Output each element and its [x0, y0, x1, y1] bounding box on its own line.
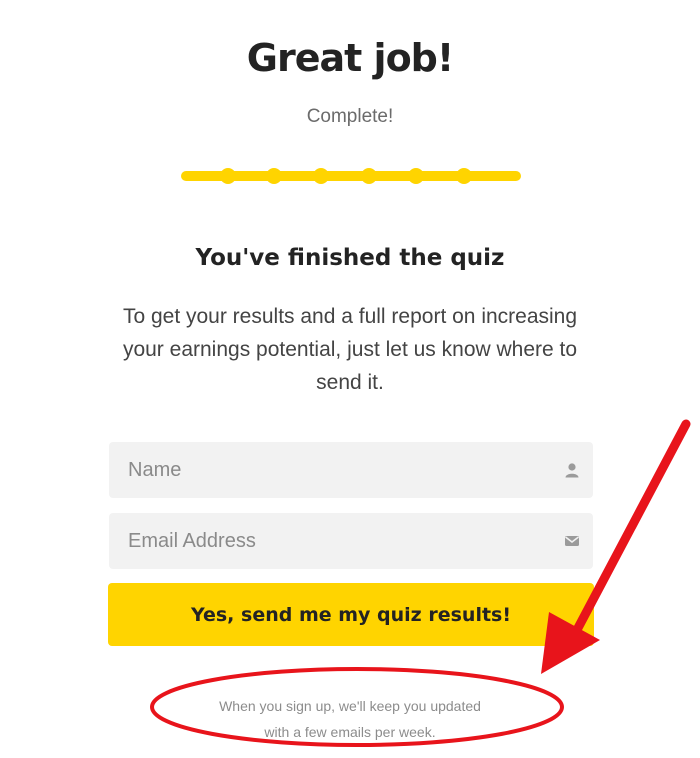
red-arrow-shaft — [573, 419, 691, 633]
email-field — [109, 513, 593, 569]
disclaimer-line: with a few emails per week. — [264, 724, 436, 740]
user-icon — [565, 463, 579, 478]
progress-step-dot — [220, 168, 236, 184]
page-title: Great job! — [246, 36, 454, 80]
description-text: To get your results and a full report on… — [122, 305, 578, 394]
email-input[interactable] — [109, 513, 593, 569]
progress-step-dot — [408, 168, 424, 184]
submit-quiz-button[interactable]: Yes, send me my quiz results! — [108, 583, 594, 646]
progress-step-dot — [456, 168, 472, 184]
progress-step-dot — [266, 168, 282, 184]
name-field — [109, 442, 593, 498]
status-text: Complete! — [306, 106, 394, 127]
progress-bar — [181, 168, 521, 184]
progress-step-dot — [313, 168, 329, 184]
name-input[interactable] — [109, 442, 593, 498]
progress-step-dot — [361, 168, 377, 184]
email-disclaimer: When you sign up, we'll keep you updated… — [150, 693, 550, 745]
section-heading: You've finished the quiz — [195, 245, 505, 271]
envelope-icon — [565, 536, 579, 546]
disclaimer-line: When you sign up, we'll keep you updated — [219, 698, 481, 714]
